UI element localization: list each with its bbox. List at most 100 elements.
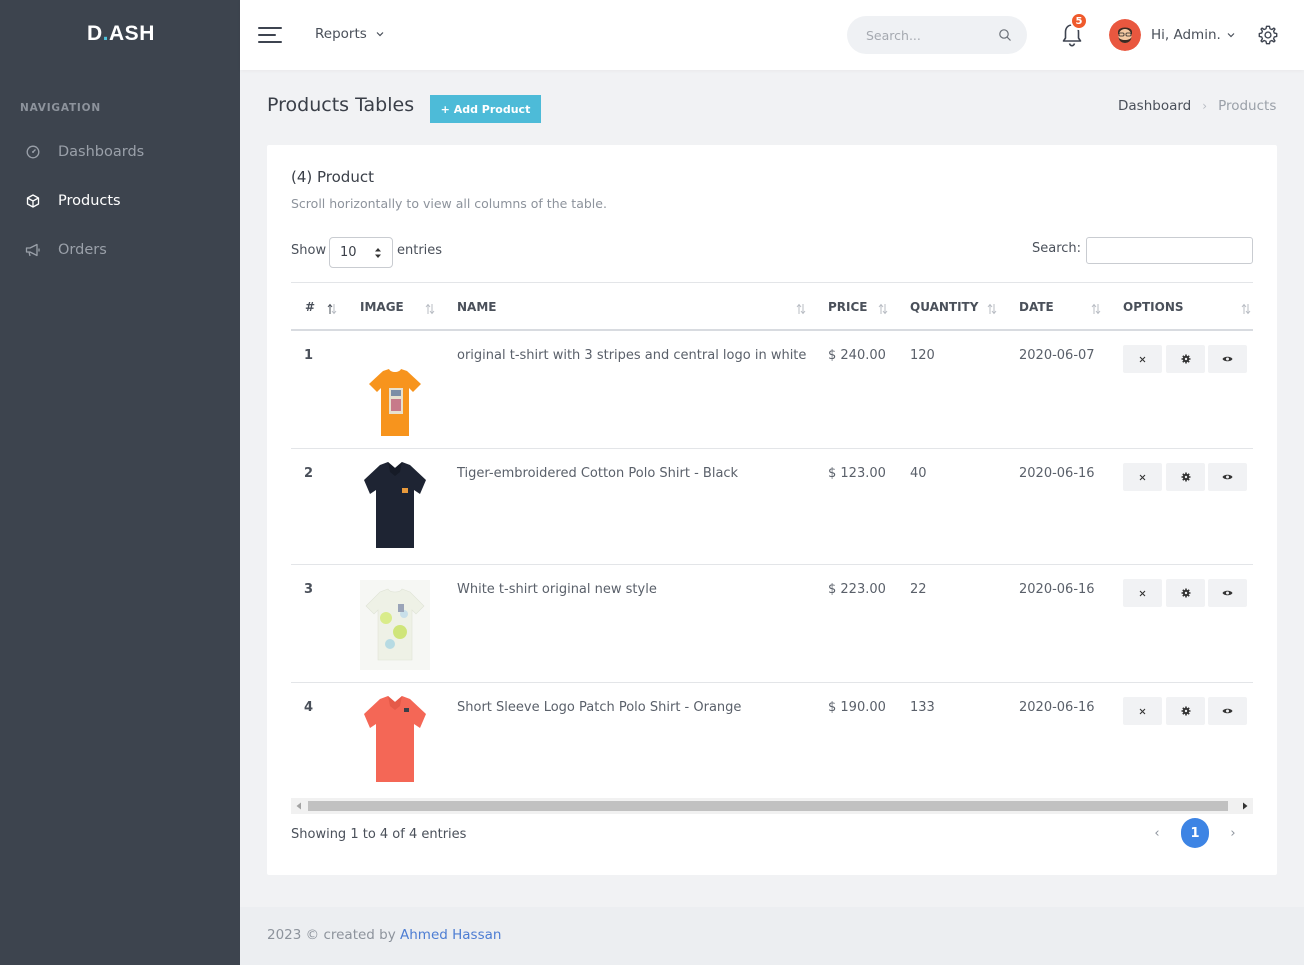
product-quantity: 40 bbox=[910, 466, 927, 481]
view-button[interactable] bbox=[1208, 345, 1247, 373]
horizontal-scrollbar[interactable] bbox=[291, 798, 1253, 814]
delete-button[interactable] bbox=[1123, 579, 1162, 607]
row-number: 1 bbox=[304, 348, 314, 363]
column-header-options[interactable]: OPTIONS bbox=[1123, 300, 1184, 314]
edit-button[interactable] bbox=[1166, 697, 1205, 725]
gear-icon[interactable] bbox=[1257, 24, 1279, 46]
page-title: Products Tables bbox=[267, 94, 415, 116]
gear-icon bbox=[1181, 706, 1190, 716]
delete-button[interactable] bbox=[1123, 463, 1162, 491]
footer-copyright: 2023 © created by bbox=[267, 927, 401, 943]
column-header-quantity[interactable]: QUANTITY bbox=[910, 300, 978, 314]
scroll-left-icon[interactable] bbox=[295, 802, 303, 810]
sort-icon[interactable] bbox=[987, 303, 997, 315]
add-product-button[interactable]: + Add Product bbox=[430, 95, 541, 123]
product-date: 2020-06-16 bbox=[1019, 582, 1095, 597]
close-icon bbox=[1139, 708, 1146, 714]
product-date: 2020-06-07 bbox=[1019, 348, 1095, 363]
sort-icon[interactable] bbox=[1091, 303, 1101, 315]
pagination-page-button[interactable]: 1 bbox=[1181, 818, 1209, 848]
product-image bbox=[359, 459, 431, 551]
sort-icon[interactable] bbox=[1241, 303, 1251, 315]
footer: 2023 © created by Ahmed Hassan bbox=[240, 907, 1304, 965]
product-date: 2020-06-16 bbox=[1019, 700, 1095, 715]
dashboard-gauge-icon bbox=[24, 143, 42, 161]
search-icon[interactable] bbox=[998, 28, 1012, 42]
table-row: 2 Tiger-embroidered Cotton Polo Shirt - … bbox=[291, 449, 1253, 565]
sidebar-item-orders[interactable]: Orders bbox=[24, 238, 107, 262]
eye-icon bbox=[1222, 708, 1233, 714]
box-icon bbox=[24, 192, 42, 210]
sort-icon[interactable] bbox=[425, 303, 435, 315]
card-title: (4) Product bbox=[291, 168, 374, 186]
menu-toggle-icon[interactable] bbox=[258, 26, 282, 44]
product-image bbox=[359, 357, 431, 449]
eye-icon bbox=[1222, 356, 1233, 362]
footer-author-link[interactable]: Ahmed Hassan bbox=[400, 927, 501, 943]
pagination-next-button[interactable]: › bbox=[1223, 823, 1243, 843]
table-header: # IMAGE NAME PRICE QUANTITY DATE OPTIONS bbox=[291, 282, 1253, 331]
products-card: (4) Product Scroll horizontally to view … bbox=[267, 145, 1277, 875]
entries-per-page-select[interactable]: 10 bbox=[329, 237, 393, 268]
product-price: $ 240.00 bbox=[828, 348, 886, 363]
show-label: Show bbox=[291, 243, 327, 258]
table-row: 4 Short Sleeve Logo Patch Polo Shirt - O… bbox=[291, 683, 1253, 799]
sort-icon[interactable] bbox=[796, 303, 806, 315]
product-name: Short Sleeve Logo Patch Polo Shirt - Ora… bbox=[457, 700, 742, 715]
eye-icon bbox=[1222, 590, 1233, 596]
breadcrumb-current: Products bbox=[1218, 98, 1277, 114]
sidebar: D.ASH NAVIGATION Dashboards Products Ord… bbox=[0, 0, 240, 965]
product-price: $ 123.00 bbox=[828, 466, 886, 481]
entries-label: entries bbox=[397, 243, 443, 258]
footer-text: 2023 © created by Ahmed Hassan bbox=[267, 927, 501, 943]
breadcrumb-dashboard-link[interactable]: Dashboard bbox=[1118, 98, 1191, 114]
scroll-right-icon[interactable] bbox=[1241, 802, 1249, 810]
logo[interactable]: D.ASH bbox=[87, 22, 155, 46]
scrollbar-thumb[interactable] bbox=[308, 801, 1228, 811]
view-button[interactable] bbox=[1208, 579, 1247, 607]
reports-dropdown[interactable]: Reports bbox=[315, 26, 384, 42]
close-icon bbox=[1139, 590, 1146, 596]
pagination-prev-button[interactable]: ‹ bbox=[1147, 823, 1167, 843]
column-header-name[interactable]: NAME bbox=[457, 300, 496, 314]
notification-count-badge: 5 bbox=[1070, 12, 1088, 30]
edit-button[interactable] bbox=[1166, 579, 1205, 607]
select-arrows-icon bbox=[375, 248, 381, 258]
view-button[interactable] bbox=[1208, 697, 1247, 725]
reports-label: Reports bbox=[315, 26, 367, 42]
close-icon bbox=[1139, 474, 1146, 480]
product-name: Tiger-embroidered Cotton Polo Shirt - Bl… bbox=[457, 466, 739, 481]
product-name: original t-shirt with 3 stripes and cent… bbox=[457, 348, 807, 363]
delete-button[interactable] bbox=[1123, 697, 1162, 725]
product-price: $ 190.00 bbox=[828, 700, 886, 715]
table-row: 1 original t-shirt with 3 stripes and ce… bbox=[291, 331, 1253, 449]
sidebar-item-label: Dashboards bbox=[58, 144, 145, 160]
sidebar-item-dashboards[interactable]: Dashboards bbox=[24, 140, 144, 164]
edit-button[interactable] bbox=[1166, 463, 1205, 491]
user-greeting: Hi, Admin. bbox=[1151, 27, 1221, 43]
column-header-date[interactable]: DATE bbox=[1019, 300, 1054, 314]
card-subtitle: Scroll horizontally to view all columns … bbox=[291, 196, 607, 211]
products-table: # IMAGE NAME PRICE QUANTITY DATE OPTIONS… bbox=[291, 282, 1253, 799]
sort-icon[interactable] bbox=[327, 303, 337, 315]
chevron-down-icon bbox=[1227, 33, 1235, 38]
view-button[interactable] bbox=[1208, 463, 1247, 491]
table-search-input[interactable] bbox=[1086, 237, 1253, 264]
sidebar-item-products[interactable]: Products bbox=[24, 189, 121, 213]
logo-text-left: D bbox=[87, 22, 103, 45]
topbar: Reports 5 Hi, Admin. bbox=[240, 0, 1304, 70]
column-header-price[interactable]: PRICE bbox=[828, 300, 868, 314]
column-header-number[interactable]: # bbox=[305, 300, 315, 314]
chevron-down-icon bbox=[376, 32, 384, 37]
product-date: 2020-06-16 bbox=[1019, 466, 1095, 481]
column-header-image[interactable]: IMAGE bbox=[360, 300, 404, 314]
table-row: 3 White t-shirt original new style $ 223… bbox=[291, 565, 1253, 683]
edit-button[interactable] bbox=[1166, 345, 1205, 373]
user-menu[interactable]: Hi, Admin. bbox=[1109, 19, 1235, 51]
gear-icon bbox=[1181, 472, 1190, 482]
row-number: 4 bbox=[304, 700, 314, 715]
sort-icon[interactable] bbox=[878, 303, 888, 315]
product-price: $ 223.00 bbox=[828, 582, 886, 597]
product-image bbox=[359, 579, 431, 671]
delete-button[interactable] bbox=[1123, 345, 1162, 373]
